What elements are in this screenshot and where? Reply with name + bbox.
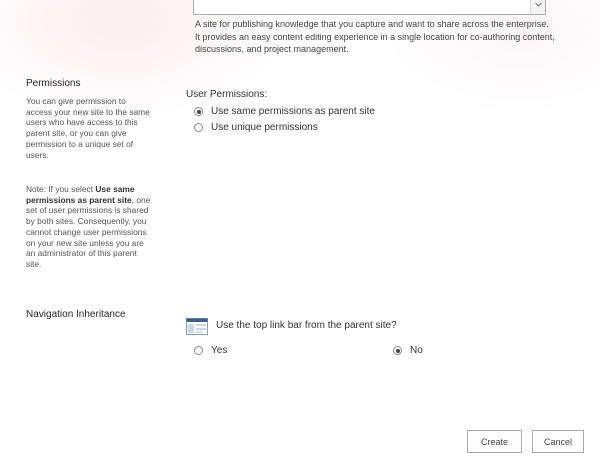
user-permissions-label: User Permissions: <box>186 89 268 100</box>
radio-button-checked[interactable] <box>393 346 402 355</box>
radio-button-checked[interactable] <box>194 107 203 116</box>
radio-button[interactable] <box>194 346 203 355</box>
permissions-section-title: Permissions <box>26 78 81 89</box>
cancel-button[interactable]: Cancel <box>532 430 584 453</box>
radio-nav-yes[interactable]: Yes <box>194 345 227 356</box>
radio-same-permissions-label: Use same permissions as parent site <box>211 106 375 117</box>
top-link-bar-question: Use the top link bar from the parent sit… <box>216 320 397 331</box>
chevron-down-icon <box>534 2 542 7</box>
radio-nav-no[interactable]: No <box>393 345 423 356</box>
note-prefix: Note: If you select <box>26 184 96 194</box>
radio-nav-yes-label: Yes <box>211 345 228 356</box>
radio-unique-permissions[interactable]: Use unique permissions <box>194 122 318 133</box>
create-button[interactable]: Create <box>467 430 522 453</box>
permissions-note-text: Note: If you select Use same permissions… <box>26 184 154 270</box>
template-description: A site for publishing knowledge that you… <box>195 19 555 54</box>
radio-button[interactable] <box>194 123 203 132</box>
navigation-section-title: Navigation Inheritance <box>26 309 126 320</box>
scroll-down-button[interactable] <box>530 0 545 14</box>
radio-unique-permissions-label: Use unique permissions <box>211 122 318 133</box>
permissions-help-text: You can give permission to access your n… <box>26 96 150 160</box>
note-suffix: , one set of user permissions is shared … <box>26 194 151 269</box>
top-link-bar-icon <box>186 318 208 335</box>
radio-nav-no-label: No <box>410 345 423 356</box>
template-list-box[interactable] <box>193 0 546 15</box>
radio-same-permissions[interactable]: Use same permissions as parent site <box>194 106 375 117</box>
